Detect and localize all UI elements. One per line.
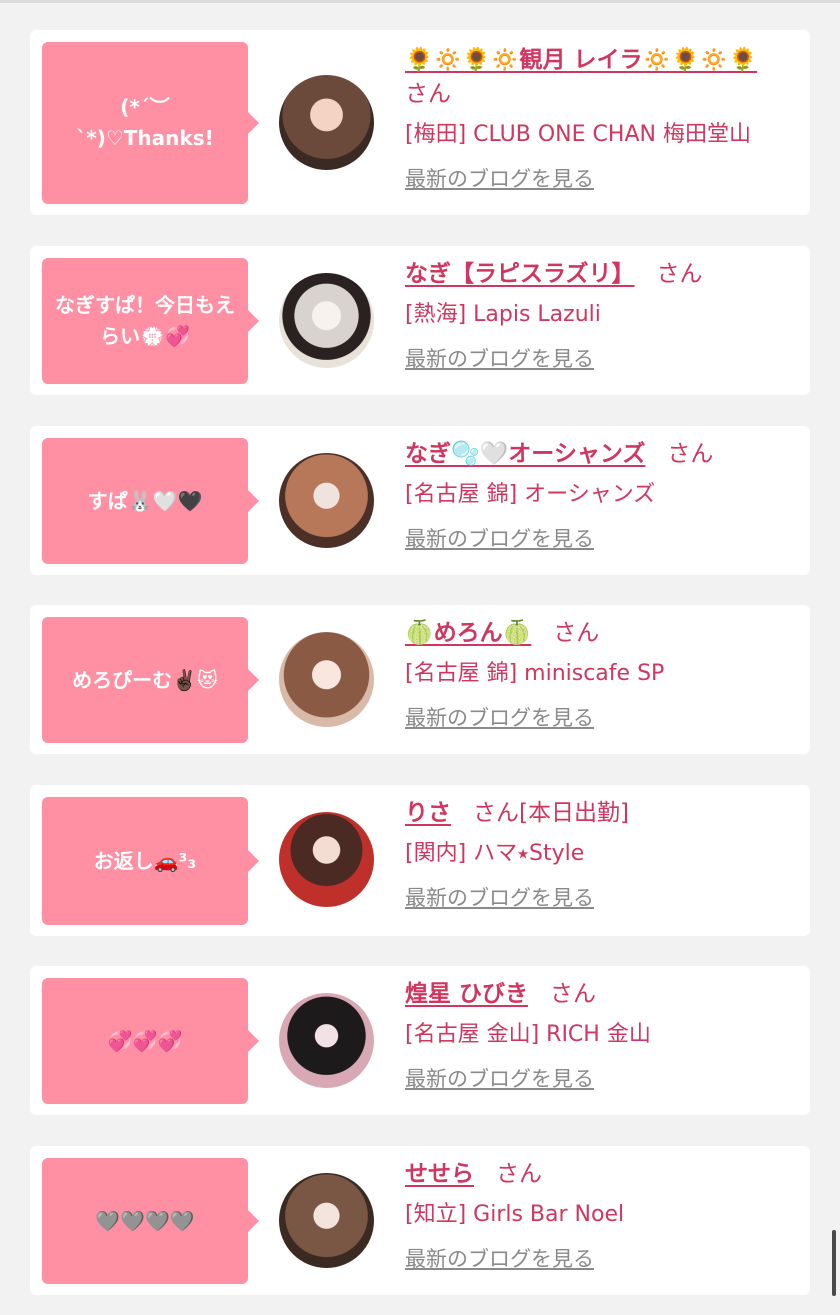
latest-blog-link[interactable]: 最新のブログを見る bbox=[405, 164, 594, 194]
shop-name: [名古屋 錦] miniscafe SP bbox=[405, 661, 665, 686]
shop-name: [名古屋 錦] オーシャンズ bbox=[405, 482, 656, 507]
cast-name-link[interactable]: りさ bbox=[405, 800, 451, 826]
san-label: さん bbox=[496, 1161, 542, 1187]
san-label: さん bbox=[405, 81, 451, 107]
shop-name: [関内] ハマ⭑Style bbox=[405, 841, 585, 866]
shop-name: [熱海] Lapis Lazuli bbox=[405, 302, 601, 327]
avatar[interactable] bbox=[279, 1173, 374, 1268]
san-label: さん bbox=[656, 261, 703, 287]
latest-blog-link[interactable]: 最新のブログを見る bbox=[405, 1244, 594, 1274]
san-label: さん bbox=[553, 620, 600, 646]
message-bubble: 💞💞💞 bbox=[42, 978, 259, 1104]
message-bubble: (*´︶`*)♡Thanks! bbox=[42, 42, 259, 204]
shop-name: [梅田] CLUB ONE CHAN 梅田堂山 bbox=[405, 122, 751, 147]
top-divider bbox=[0, 0, 840, 3]
scrollbar[interactable] bbox=[832, 1230, 836, 1296]
message-bubble: なぎすぱ！今日もえらい💮💞 bbox=[42, 258, 259, 384]
message-bubble: めろぴーむ✌🏿😻 bbox=[42, 617, 259, 743]
latest-blog-link[interactable]: 最新のブログを見る bbox=[405, 524, 594, 554]
list-item: 🩶🩶🩶🩶 せせら さん [知立] Girls Bar Noel 最新のブログを見る bbox=[30, 1146, 810, 1295]
avatar[interactable] bbox=[279, 273, 374, 368]
list-item: すぱ🐰🤍🖤 なぎ🫧🤍オーシャンズ さん [名古屋 錦] オーシャンズ 最新のブログ… bbox=[30, 426, 810, 575]
san-label: さん bbox=[550, 981, 597, 1007]
latest-blog-link[interactable]: 最新のブログを見る bbox=[405, 703, 594, 733]
list-item: なぎすぱ！今日もえらい💮💞 なぎ【ラピスラズリ】 さん [熱海] Lapis La… bbox=[30, 246, 810, 395]
message-bubble: お返し🚗³₃ bbox=[42, 797, 259, 925]
latest-blog-link[interactable]: 最新のブログを見る bbox=[405, 883, 594, 913]
cast-name-link[interactable]: 🍈めろん🍈 bbox=[405, 620, 531, 646]
avatar[interactable] bbox=[279, 75, 374, 170]
avatar[interactable] bbox=[279, 453, 374, 548]
shop-name: [知立] Girls Bar Noel bbox=[405, 1202, 625, 1227]
avatar[interactable] bbox=[279, 993, 374, 1088]
list-item: めろぴーむ✌🏿😻 🍈めろん🍈 さん [名古屋 錦] miniscafe SP 最新… bbox=[30, 605, 810, 754]
shop-name: [名古屋 金山] RICH 金山 bbox=[405, 1022, 651, 1047]
cast-name-link[interactable]: せせら bbox=[405, 1161, 474, 1187]
latest-blog-link[interactable]: 最新のブログを見る bbox=[405, 344, 594, 374]
avatar[interactable] bbox=[279, 812, 374, 907]
cast-name-link[interactable]: なぎ【ラピスラズリ】 bbox=[405, 261, 635, 287]
avatar[interactable] bbox=[279, 632, 374, 727]
message-bubble: すぱ🐰🤍🖤 bbox=[42, 438, 259, 564]
cast-name-link[interactable]: 煌星 ひびき bbox=[405, 981, 528, 1007]
status-badge: [本日出勤] bbox=[519, 800, 629, 826]
san-label: さん bbox=[473, 800, 519, 826]
list-item: (*´︶`*)♡Thanks! 🌻🔅🌻🔅観月 レイラ🔅🌻🔅🌻 さん [梅田] C… bbox=[30, 30, 810, 215]
list-item: お返し🚗³₃ りさ さん[本日出勤] [関内] ハマ⭑Style 最新のブログを見… bbox=[30, 785, 810, 936]
latest-blog-link[interactable]: 最新のブログを見る bbox=[405, 1064, 594, 1094]
list-item: 💞💞💞 煌星 ひびき さん [名古屋 金山] RICH 金山 最新のブログを見る bbox=[30, 966, 810, 1115]
san-label: さん bbox=[667, 441, 714, 467]
message-bubble: 🩶🩶🩶🩶 bbox=[42, 1158, 259, 1284]
cast-name-link[interactable]: 🌻🔅🌻🔅観月 レイラ🔅🌻🔅🌻 bbox=[405, 47, 757, 73]
cast-name-link[interactable]: なぎ🫧🤍オーシャンズ bbox=[405, 441, 645, 467]
